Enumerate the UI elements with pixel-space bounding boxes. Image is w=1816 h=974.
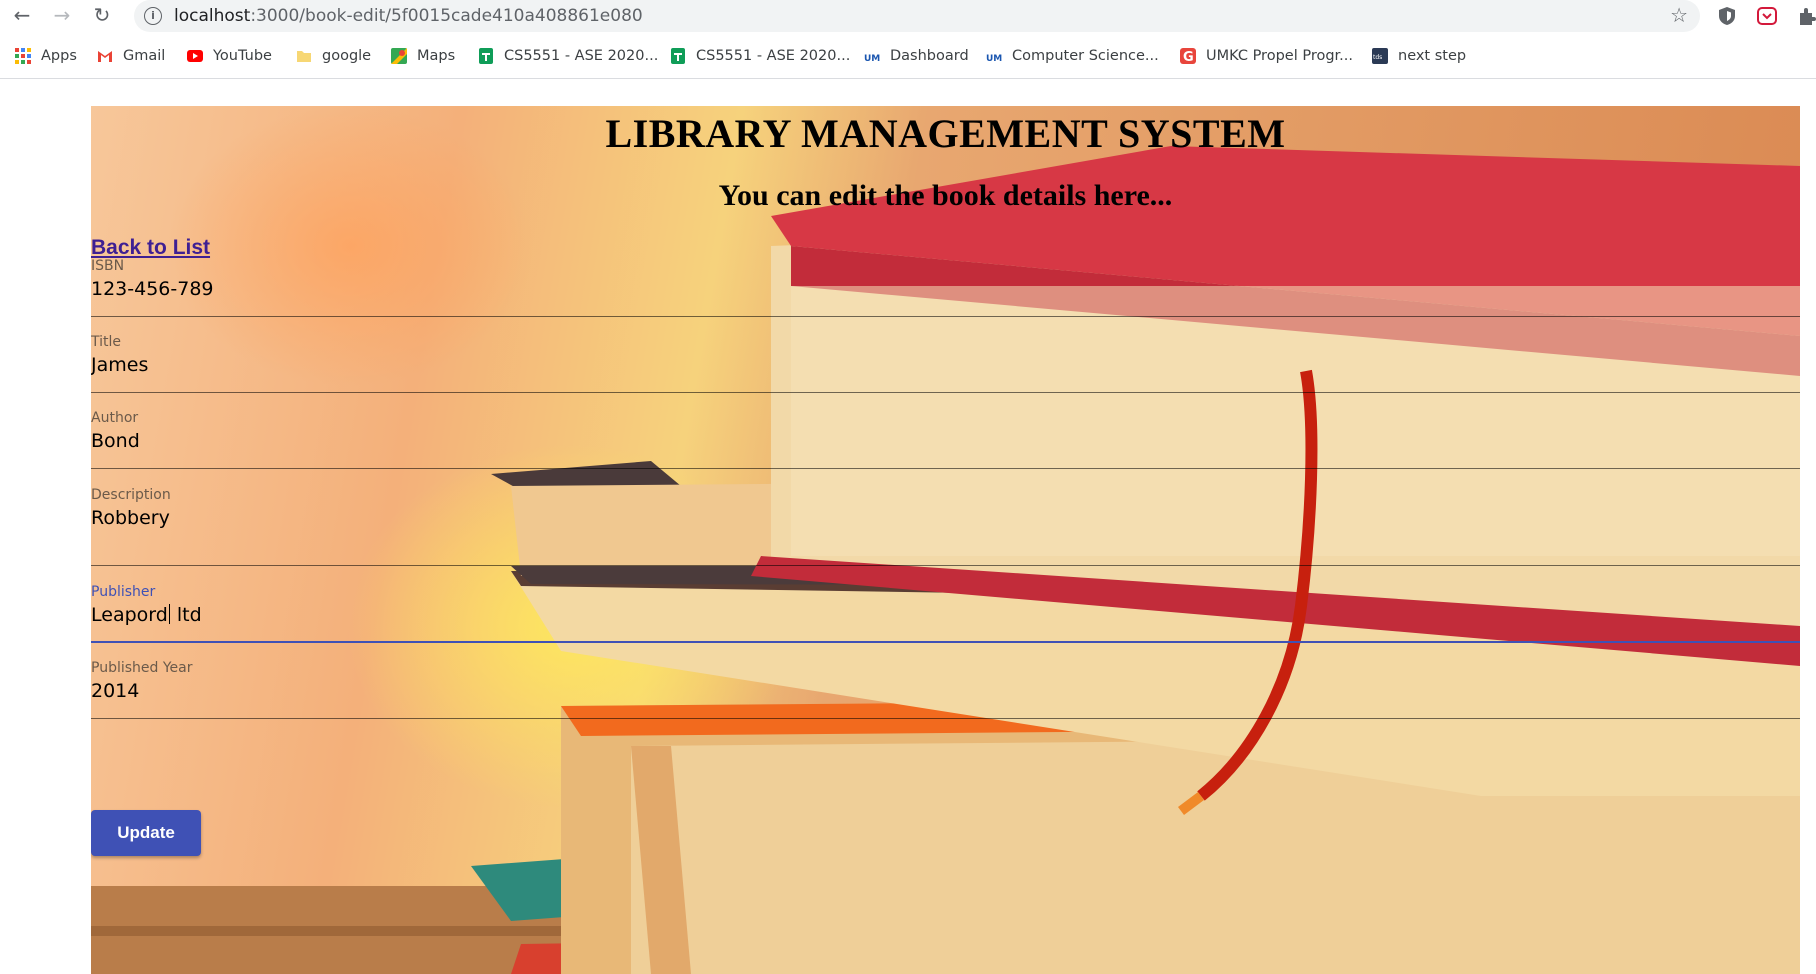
- bookmark-cs5551-1[interactable]: CS5551 - ASE 2020...: [478, 46, 658, 66]
- bookmark-computer-science[interactable]: UMKC Computer Science...: [986, 46, 1159, 66]
- text-caret: [168, 604, 170, 624]
- forward-arrow-icon[interactable]: →: [50, 3, 74, 27]
- isbn-underline: [91, 316, 1800, 317]
- publisher-label: Publisher: [91, 584, 156, 600]
- isbn-input[interactable]: 123-456-789: [91, 278, 214, 300]
- publisher-value-after-caret: ltd: [170, 604, 202, 626]
- title-input[interactable]: James: [91, 354, 148, 376]
- umkc-icon: UMKC: [864, 54, 880, 64]
- update-button[interactable]: Update: [91, 810, 201, 856]
- title-underline: [91, 392, 1800, 393]
- bookmark-apps[interactable]: Apps: [15, 46, 77, 66]
- isbn-field[interactable]: ISBN 123-456-789: [91, 258, 1800, 318]
- address-bar[interactable]: i localhost:3000/book-edit/5f0015cade410…: [134, 0, 1700, 32]
- browser-toolbar: ← → ↻ i localhost:3000/book-edit/5f0015c…: [0, 0, 1816, 32]
- description-field[interactable]: Description Robbery: [91, 487, 1800, 567]
- description-underline: [91, 565, 1800, 566]
- published-year-field[interactable]: Published Year 2014: [91, 660, 1800, 720]
- bookmark-cs5551-2[interactable]: CS5551 - ASE 2020...: [670, 46, 850, 66]
- sheets-icon: [479, 48, 493, 64]
- published-year-input[interactable]: 2014: [91, 680, 139, 702]
- url-path: :3000/book-edit/5f0015cade410a408861e080: [250, 6, 643, 26]
- author-field[interactable]: Author Bond: [91, 410, 1800, 470]
- umkc-icon: UMKC: [986, 54, 1002, 64]
- bookmark-label: CS5551 - ASE 2020...: [504, 48, 659, 64]
- pocket-extension-icon[interactable]: [1756, 5, 1778, 27]
- page-content: LIBRARY MANAGEMENT SYSTEM You can edit t…: [91, 106, 1800, 974]
- gmail-icon: [98, 51, 112, 62]
- bookmark-label: google: [322, 48, 372, 64]
- title-field[interactable]: Title James: [91, 334, 1800, 394]
- page-title: LIBRARY MANAGEMENT SYSTEM: [605, 111, 1286, 156]
- svg-text:G: G: [1183, 50, 1194, 64]
- publisher-underline: [91, 641, 1800, 643]
- bookmarks-bar: Apps Gmail YouTube google Maps CS5551 - …: [0, 38, 1816, 72]
- reload-icon[interactable]: ↻: [90, 3, 114, 27]
- author-label: Author: [91, 410, 139, 426]
- description-label: Description: [91, 487, 171, 503]
- isbn-label: ISBN: [91, 258, 125, 274]
- shield-extension-icon[interactable]: [1716, 5, 1738, 27]
- author-input[interactable]: Bond: [91, 430, 140, 452]
- svg-text:UMKC: UMKC: [864, 54, 880, 64]
- g-icon: G: [1180, 48, 1196, 64]
- bookmark-star-icon[interactable]: ☆: [1670, 3, 1688, 27]
- bookmark-google[interactable]: google: [296, 46, 371, 66]
- page-subtitle: You can edit the book details here...: [718, 179, 1173, 212]
- bookmark-maps[interactable]: Maps: [391, 46, 455, 66]
- bookmark-umkc-propel[interactable]: G UMKC Propel Progr...: [1180, 46, 1353, 66]
- toolbar-divider: [0, 78, 1816, 79]
- publisher-input[interactable]: Leapord ltd: [91, 604, 202, 626]
- svg-text:tds: tds: [1373, 54, 1382, 61]
- bookmark-gmail[interactable]: Gmail: [97, 46, 165, 66]
- published-year-label: Published Year: [91, 660, 193, 676]
- author-underline: [91, 468, 1800, 469]
- title-label: Title: [91, 334, 122, 350]
- bookmark-next-step[interactable]: tds next step: [1372, 46, 1466, 66]
- back-to-list-link[interactable]: Back to List: [91, 236, 210, 260]
- tds-icon: tds: [1372, 48, 1388, 64]
- bookmark-label: YouTube: [213, 48, 272, 64]
- youtube-icon: [187, 50, 203, 62]
- bookmark-label: Gmail: [123, 48, 166, 64]
- extensions-puzzle-icon[interactable]: [1796, 5, 1816, 27]
- url-text[interactable]: localhost:3000/book-edit/5f0015cade410a4…: [174, 6, 643, 26]
- maps-icon: [391, 48, 407, 64]
- publisher-field[interactable]: Publisher Leapord ltd: [91, 584, 1800, 644]
- folder-icon: [297, 51, 311, 62]
- bookmark-label: next step: [1398, 48, 1467, 64]
- url-host: localhost: [174, 6, 251, 26]
- bookmark-label: Computer Science...: [1012, 48, 1159, 64]
- site-info-icon[interactable]: i: [144, 7, 162, 25]
- bookmark-label: Maps: [417, 48, 456, 64]
- publisher-value-before-caret: Leapord: [91, 604, 168, 626]
- back-arrow-icon[interactable]: ←: [10, 3, 34, 27]
- bookmark-label: Dashboard: [890, 48, 969, 64]
- bookmark-label: CS5551 - ASE 2020...: [696, 48, 851, 64]
- bookmark-youtube[interactable]: YouTube: [187, 46, 272, 66]
- bookmark-dashboard[interactable]: UMKC Dashboard: [864, 46, 969, 66]
- apps-grid-icon: [15, 48, 31, 64]
- description-textarea[interactable]: Robbery: [91, 507, 170, 529]
- svg-text:UMKC: UMKC: [986, 54, 1002, 64]
- published-year-underline: [91, 718, 1800, 719]
- bookmark-label: Apps: [41, 48, 77, 64]
- sheets-icon: [671, 48, 685, 64]
- bookmark-label: UMKC Propel Progr...: [1206, 48, 1354, 64]
